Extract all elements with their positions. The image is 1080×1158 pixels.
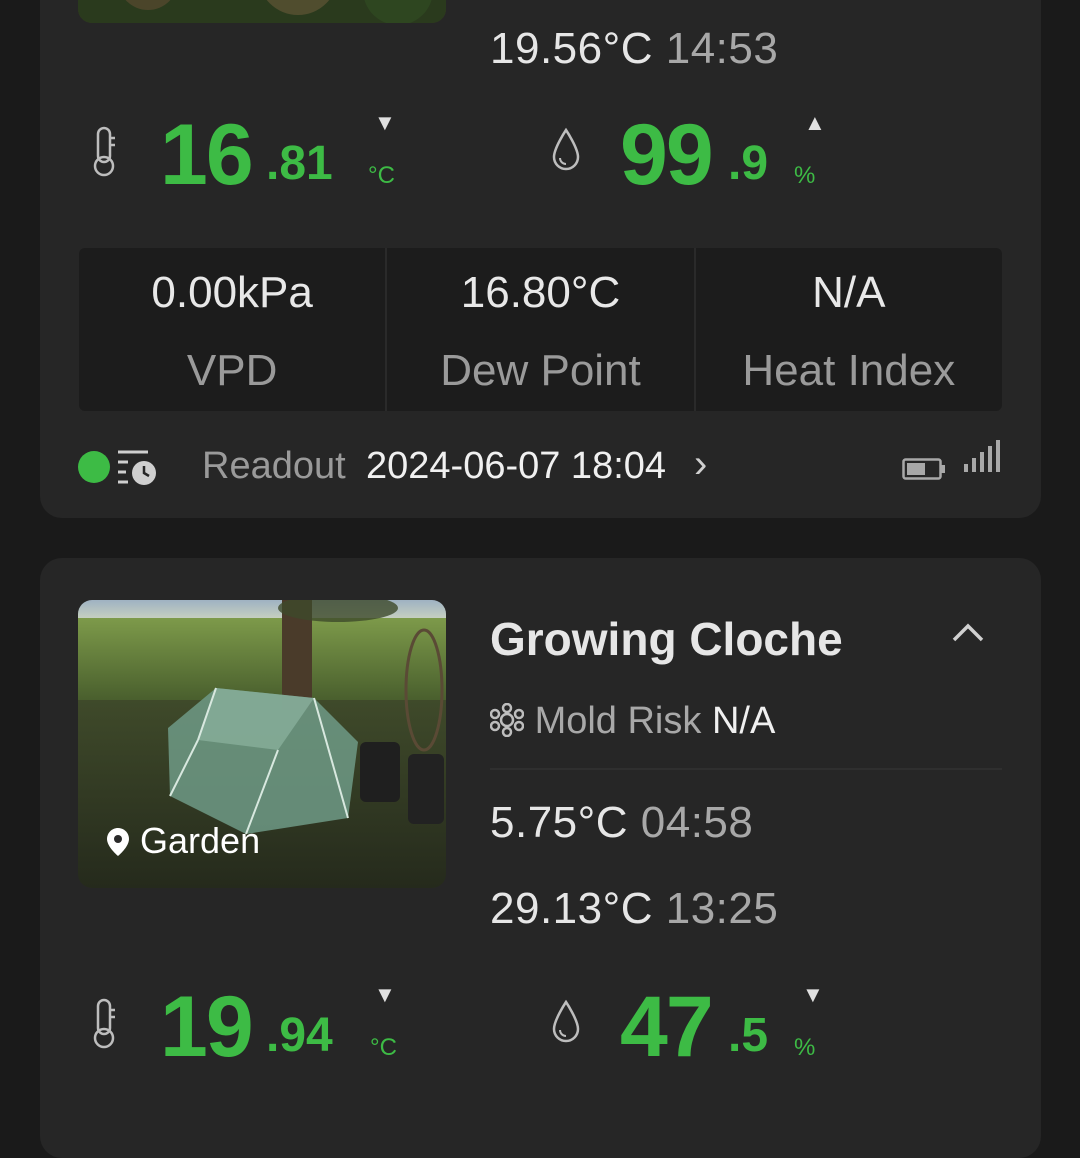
thermometer-icon <box>90 126 120 183</box>
max-temperature-record: 19.56°C 14:53 <box>490 24 778 74</box>
metrics-panel: 0.00kPa VPD 16.80°C Dew Point N/A Heat I… <box>79 248 1002 411</box>
min-temperature-record: 5.75°C 04:58 <box>490 798 753 848</box>
readout-row[interactable]: Readout 2024-06-07 18:04 › <box>78 440 1002 493</box>
humidity-reading: 99 .9 % ▲ <box>550 107 850 222</box>
readout-history-icon <box>116 448 160 493</box>
device-name: Growing Cloche <box>490 613 843 665</box>
temperature-reading: 16 .81 °C ▼ <box>90 107 430 222</box>
humidity-whole: 47 <box>620 979 714 1075</box>
metric-heat-index: N/A Heat Index <box>693 248 1002 411</box>
temperature-trend-down-icon: ▼ <box>374 982 396 1007</box>
max-temp-value: 29.13°C <box>490 884 653 933</box>
humidity-decimal: .5 <box>728 1009 769 1062</box>
mold-risk: Mold Risk N/A <box>489 700 776 743</box>
device-photo-image <box>78 0 446 23</box>
mold-risk-label: Mold Risk <box>534 700 702 742</box>
vpd-label: VPD <box>186 346 278 395</box>
readout-timestamp: 2024-06-07 18:04 <box>366 445 667 487</box>
location-pin-icon <box>107 828 129 856</box>
max-temp-value: 19.56°C <box>490 24 653 73</box>
chevron-up-icon[interactable] <box>950 620 986 649</box>
humidity-trend-up-icon: ▲ <box>804 110 826 135</box>
thermometer-icon <box>90 998 120 1055</box>
metric-dew-point: 16.80°C Dew Point <box>385 248 693 411</box>
temperature-whole: 19 <box>160 979 254 1075</box>
readout-chevron-right-icon[interactable]: › <box>694 442 707 487</box>
temperature-reading: 19 .94 °C ▼ <box>90 979 430 1094</box>
dew-point-value: 16.80°C <box>460 268 621 317</box>
device-photo[interactable]: Garden <box>78 600 446 888</box>
humidity-trend-down-icon: ▼ <box>802 982 824 1007</box>
min-temp-time: 04:58 <box>640 798 754 847</box>
heat-index-label: Heat Index <box>742 346 956 395</box>
mold-spore-icon <box>489 702 525 738</box>
mold-risk-value: N/A <box>711 700 776 742</box>
temperature-unit: °C <box>368 162 395 189</box>
temperature-trend-down-icon: ▼ <box>374 110 396 135</box>
device-card-growing-cloche[interactable]: Garden Growing Cloche Mold Risk N/A 5.75… <box>40 558 1041 1158</box>
divider <box>490 768 1002 770</box>
humidity-unit: % <box>794 1034 816 1061</box>
location-label: Garden <box>106 820 260 862</box>
max-temp-time: 14:53 <box>665 24 779 73</box>
online-status-dot <box>78 451 110 483</box>
temperature-unit: °C <box>370 1034 397 1061</box>
humidity-decimal: .9 <box>728 137 769 190</box>
readout-label: Readout <box>202 445 346 487</box>
battery-icon <box>902 458 946 485</box>
device-card-1[interactable]: 19.56°C 14:53 16 .81 °C ▼ 99 .9 % ▲ 0.00… <box>40 0 1041 518</box>
location-name: Garden <box>140 820 261 861</box>
dew-point-label: Dew Point <box>440 346 641 395</box>
vpd-value: 0.00kPa <box>151 268 313 317</box>
droplet-icon <box>550 998 582 1051</box>
max-temp-time: 13:25 <box>665 884 779 933</box>
heat-index-value: N/A <box>812 268 886 317</box>
droplet-icon <box>550 126 582 179</box>
temperature-whole: 16 <box>160 107 254 203</box>
device-photo[interactable] <box>78 0 446 23</box>
humidity-unit: % <box>794 162 816 189</box>
humidity-reading: 47 .5 % ▼ <box>550 979 850 1094</box>
signal-strength-icon <box>964 438 1004 479</box>
max-temperature-record: 29.13°C 13:25 <box>490 884 778 934</box>
humidity-whole: 99 <box>620 107 714 203</box>
temperature-decimal: .81 <box>266 137 333 190</box>
min-temp-value: 5.75°C <box>490 798 629 847</box>
temperature-decimal: .94 <box>266 1009 333 1062</box>
metric-vpd: 0.00kPa VPD <box>79 248 385 411</box>
